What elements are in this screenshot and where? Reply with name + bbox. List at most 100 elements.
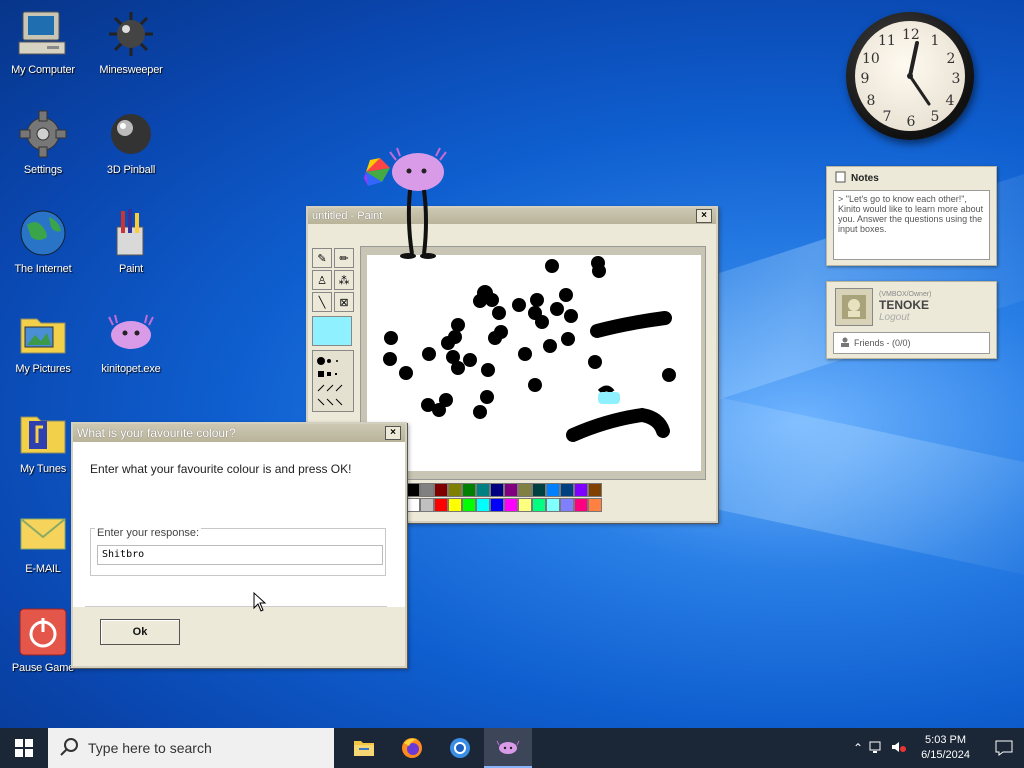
favourite-colour-dialog: What is your favourite colour? × Enter w…: [71, 422, 407, 668]
profile-name: TENOKE: [879, 298, 930, 312]
mine-icon: [105, 8, 157, 60]
palette-swatch[interactable]: [462, 498, 476, 512]
desktop-icon-settings[interactable]: Settings: [3, 108, 83, 176]
notes-icon: [835, 171, 847, 186]
palette-swatch[interactable]: [406, 498, 420, 512]
response-label: Enter your response:: [95, 527, 202, 539]
desktop-icon-my-pictures[interactable]: My Pictures: [3, 307, 83, 375]
taskbar-firefox[interactable]: [388, 728, 436, 768]
desktop-icon-the-internet[interactable]: The Internet: [3, 207, 83, 275]
palette-swatch[interactable]: [420, 498, 434, 512]
search-icon: [60, 737, 78, 759]
start-button[interactable]: [0, 728, 48, 768]
taskbar-search[interactable]: Type here to search: [48, 728, 334, 768]
palette-swatch[interactable]: [462, 483, 476, 497]
palette-swatch[interactable]: [574, 498, 588, 512]
palette-swatch[interactable]: [406, 483, 420, 497]
palette-swatch[interactable]: [476, 498, 490, 512]
computer-icon: [17, 8, 69, 60]
clear-tool-icon[interactable]: ⊠: [334, 292, 354, 312]
kinito-character-icon: [364, 147, 447, 259]
palette-swatch[interactable]: [448, 483, 462, 497]
notes-text-area[interactable]: > "Let's go to know each other!", Kinito…: [833, 190, 990, 260]
taskbar-file-explorer[interactable]: [340, 728, 388, 768]
desktop-icon-paint[interactable]: Paint: [91, 207, 171, 275]
palette-swatch[interactable]: [588, 483, 602, 497]
notes-title: Notes: [851, 173, 879, 184]
desktop-icon-3d-pinball[interactable]: 3D Pinball: [91, 108, 171, 176]
tray-date: 6/15/2024: [921, 749, 970, 761]
paint-icon: [105, 207, 157, 259]
friends-icon: [840, 337, 850, 349]
search-placeholder: Type here to search: [88, 740, 212, 756]
palette-swatch[interactable]: [504, 483, 518, 497]
dialog-close-button[interactable]: ×: [385, 426, 401, 440]
palette-swatch[interactable]: [546, 483, 560, 497]
spray-tool-icon[interactable]: ⁂: [334, 270, 354, 290]
paint-close-button[interactable]: ×: [696, 209, 712, 223]
palette-swatch[interactable]: [532, 483, 546, 497]
network-icon[interactable]: [869, 740, 885, 757]
tray-chevron-up-icon[interactable]: ⌃: [853, 741, 863, 755]
palette-swatch[interactable]: [560, 498, 574, 512]
profile-gadget: (VMBOX/Owner) TENOKE Logout Friends - (0…: [826, 281, 997, 359]
palette-swatch[interactable]: [504, 498, 518, 512]
palette-swatch[interactable]: [490, 483, 504, 497]
notes-gadget: Notes > "Let's go to know each other!", …: [826, 166, 997, 266]
palette-swatch[interactable]: [518, 483, 532, 497]
gear-icon: [17, 108, 69, 160]
firefox-icon: [402, 738, 422, 758]
line-tool-icon[interactable]: ╲: [312, 292, 332, 312]
pencil-tool-icon[interactable]: ✏: [334, 248, 354, 268]
folder-icon: [354, 741, 374, 756]
desktop-icon-my-computer[interactable]: My Computer: [3, 8, 83, 76]
mouse-cursor: [253, 591, 267, 615]
response-input[interactable]: Shitbro: [97, 545, 383, 565]
dialog-prompt: Enter what your favourite colour is and …: [90, 462, 352, 476]
ok-button-label: Ok: [132, 626, 148, 638]
taskbar-browser[interactable]: [436, 728, 484, 768]
kinito-pet[interactable]: [362, 146, 454, 264]
clock-gadget[interactable]: 12 1 2 3 4 5 6 7 8 9 10 11: [846, 12, 974, 140]
dialog-titlebar[interactable]: What is your favourite colour? ×: [73, 424, 405, 442]
windows-logo-icon: [15, 739, 33, 757]
notes-text: > "Let's go to know each other!", Kinito…: [838, 194, 984, 234]
palette-swatch[interactable]: [588, 498, 602, 512]
logout-link[interactable]: Logout: [879, 312, 932, 323]
palette-swatch[interactable]: [490, 498, 504, 512]
brush-tool-icon[interactable]: ♙: [312, 270, 332, 290]
clock-tray[interactable]: 5:03 PM 6/15/2024: [913, 733, 978, 763]
mail-icon: [17, 507, 69, 559]
friends-box[interactable]: Friends - (0/0): [833, 332, 990, 354]
taskbar: Type here to search ⌃ 5:03 PM 6/15/2024: [0, 728, 1024, 768]
palette-swatch[interactable]: [546, 498, 560, 512]
brush-size-panel[interactable]: [312, 350, 354, 412]
desktop-icon-minesweeper[interactable]: Minesweeper: [91, 8, 171, 76]
notes-header: Notes: [827, 167, 996, 190]
ok-button[interactable]: Ok: [100, 619, 180, 645]
avatar[interactable]: [835, 288, 873, 326]
taskbar-kinitopet[interactable]: [484, 728, 532, 768]
desktop-icon-kinitopet[interactable]: kinitopet.exe: [91, 307, 171, 375]
palette-swatch[interactable]: [448, 498, 462, 512]
pictures-folder-icon: [17, 307, 69, 359]
volume-muted-icon[interactable]: [891, 740, 907, 757]
kinito-taskbar-icon: [496, 740, 520, 754]
palette-swatch[interactable]: [434, 498, 448, 512]
dialog-title: What is your favourite colour?: [77, 426, 236, 440]
palette-swatch[interactable]: [532, 498, 546, 512]
palette-swatch[interactable]: [420, 483, 434, 497]
paint-canvas[interactable]: [367, 255, 701, 471]
palette-swatch[interactable]: [476, 483, 490, 497]
system-tray: ⌃ 5:03 PM 6/15/2024: [853, 728, 1024, 768]
notifications-icon[interactable]: [984, 740, 1024, 756]
browser-icon: [450, 738, 470, 758]
palette-swatch[interactable]: [434, 483, 448, 497]
response-groupbox: Enter your response: Shitbro: [90, 527, 386, 576]
palette-swatch[interactable]: [574, 483, 588, 497]
paint-toolbox: ✎ ✏ ♙ ⁂ ╲ ⊠: [312, 248, 354, 412]
palette-swatch[interactable]: [560, 483, 574, 497]
brush-sizes-icon: [317, 357, 343, 406]
eraser-tool-icon[interactable]: ✎: [312, 248, 332, 268]
palette-swatch[interactable]: [518, 498, 532, 512]
